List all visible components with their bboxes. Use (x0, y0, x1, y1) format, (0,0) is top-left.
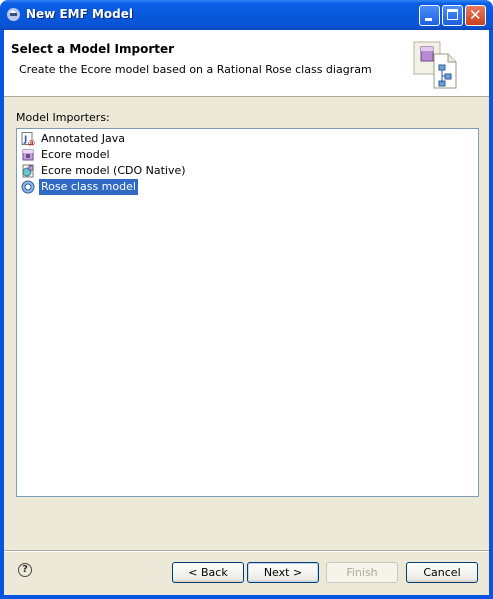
page-title: Select a Model Importer (11, 42, 175, 56)
close-icon: ✕ (469, 6, 482, 24)
maximize-button[interactable] (442, 5, 463, 26)
list-item-label: Ecore model (CDO Native) (41, 164, 186, 177)
eclipse-icon (7, 8, 20, 21)
svg-text:J: J (23, 135, 27, 145)
list-item-label: Rose class model (39, 179, 138, 195)
minimize-icon (425, 18, 432, 21)
list-item-label: Ecore model (41, 148, 110, 161)
svg-text:@: @ (28, 140, 35, 147)
minimize-button[interactable] (419, 5, 440, 26)
java-annotation-icon: J @ (21, 132, 35, 146)
list-item-label: Annotated Java (41, 132, 126, 145)
model-importers-list[interactable]: J @ Annotated Java Ecore model Ecore mod… (16, 128, 479, 497)
cancel-button[interactable]: Cancel (406, 562, 478, 583)
button-bar-separator (4, 550, 489, 552)
help-icon[interactable]: ? (18, 563, 32, 577)
title-bar[interactable]: New EMF Model ✕ (0, 0, 493, 30)
model-importers-label: Model Importers: (16, 111, 110, 124)
wizard-banner-icon (413, 41, 457, 89)
wizard-header: Select a Model Importer Create the Ecore… (4, 30, 489, 97)
maximize-icon (447, 9, 458, 20)
ecore-icon (22, 149, 34, 161)
dialog-content: Select a Model Importer Create the Ecore… (4, 30, 489, 595)
dialog-window: New EMF Model ✕ Select a Model Importer … (0, 0, 493, 599)
rose-model-icon (21, 180, 35, 194)
close-button[interactable]: ✕ (465, 5, 486, 26)
finish-button[interactable]: Finish (326, 562, 398, 583)
ecore-cdo-icon (22, 164, 34, 178)
next-button[interactable]: Next > (247, 562, 319, 583)
back-button[interactable]: < Back (172, 562, 244, 583)
window-title: New EMF Model (26, 7, 133, 21)
page-description: Create the Ecore model based on a Ration… (19, 63, 372, 76)
